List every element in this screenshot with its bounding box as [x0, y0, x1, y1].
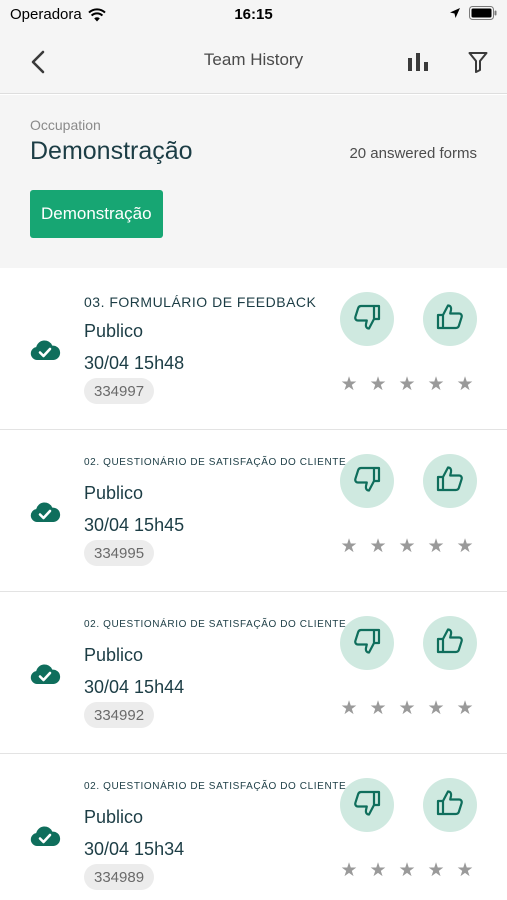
form-team: Publico: [84, 807, 144, 827]
star-icon[interactable]: ★: [340, 861, 358, 880]
thumbs-up-icon: [435, 788, 465, 823]
dislike-button[interactable]: [340, 778, 394, 832]
cloud-check-icon: [29, 824, 61, 848]
like-button[interactable]: [423, 778, 477, 832]
battery-icon: [469, 6, 497, 20]
thumbs-down-icon: [352, 626, 382, 661]
star-icon[interactable]: ★: [427, 537, 445, 556]
cloud-check-icon: [29, 338, 61, 362]
location-arrow-icon: [450, 8, 460, 18]
answered-forms-count: 20 answered forms: [349, 145, 477, 162]
star-icon[interactable]: ★: [340, 375, 358, 394]
form-datetime: 30/04 15h45: [84, 515, 185, 535]
star-icon[interactable]: ★: [340, 699, 358, 718]
dislike-button[interactable]: [340, 616, 394, 670]
star-icon[interactable]: ★: [398, 861, 416, 880]
form-title: 02. QUESTIONÁRIO DE SATISFAÇÃO DO CLIENT…: [84, 457, 347, 468]
navigation-bar: Team History: [0, 30, 507, 94]
occupation-chip[interactable]: Demonstração: [30, 190, 163, 238]
form-team: Publico: [84, 321, 144, 341]
status-right: [449, 6, 497, 20]
rating-stars: ★ ★ ★ ★ ★: [340, 861, 474, 880]
star-icon[interactable]: ★: [456, 375, 474, 394]
cloud-check-icon: [29, 500, 61, 524]
rating-stars: ★ ★ ★ ★ ★: [340, 699, 474, 718]
dislike-button[interactable]: [340, 292, 394, 346]
star-icon[interactable]: ★: [456, 699, 474, 718]
occupation-name: Demonstração: [30, 137, 193, 165]
star-icon[interactable]: ★: [369, 699, 387, 718]
star-icon[interactable]: ★: [427, 861, 445, 880]
occupation-header: Occupation Demonstração 20 answered form…: [0, 95, 507, 268]
star-icon[interactable]: ★: [369, 861, 387, 880]
star-icon[interactable]: ★: [427, 699, 445, 718]
star-icon[interactable]: ★: [398, 537, 416, 556]
like-button[interactable]: [423, 454, 477, 508]
form-title: 03. FORMULÁRIO DE FEEDBACK: [84, 294, 317, 310]
form-card[interactable]: 02. QUESTIONÁRIO DE SATISFAÇÃO DO CLIENT…: [0, 592, 507, 754]
rating-stars: ★ ★ ★ ★ ★: [340, 375, 474, 394]
statistics-button[interactable]: [402, 46, 434, 78]
star-icon[interactable]: ★: [369, 375, 387, 394]
occupation-label: Occupation: [30, 117, 101, 133]
clock: 16:15: [234, 6, 273, 23]
form-id-badge: 334997: [84, 378, 155, 404]
form-datetime: 30/04 15h44: [84, 677, 185, 697]
star-icon[interactable]: ★: [456, 861, 474, 880]
form-card[interactable]: 03. FORMULÁRIO DE FEEDBACK Publico 30/04…: [0, 268, 507, 430]
star-icon[interactable]: ★: [398, 375, 416, 394]
form-card[interactable]: 02. QUESTIONÁRIO DE SATISFAÇÃO DO CLIENT…: [0, 430, 507, 592]
form-team: Publico: [84, 483, 144, 503]
like-button[interactable]: [423, 292, 477, 346]
form-title: 02. QUESTIONÁRIO DE SATISFAÇÃO DO CLIENT…: [84, 781, 347, 792]
thumbs-down-icon: [352, 464, 382, 499]
form-card[interactable]: 02. QUESTIONÁRIO DE SATISFAÇÃO DO CLIENT…: [0, 754, 507, 900]
form-id-badge: 334995: [84, 540, 155, 566]
cloud-check-icon: [29, 662, 61, 686]
filter-icon: [468, 52, 488, 73]
star-icon[interactable]: ★: [398, 699, 416, 718]
rating-stars: ★ ★ ★ ★ ★: [340, 537, 474, 556]
filter-button[interactable]: [462, 46, 494, 78]
like-button[interactable]: [423, 616, 477, 670]
thumbs-up-icon: [435, 464, 465, 499]
star-icon[interactable]: ★: [340, 537, 358, 556]
thumbs-down-icon: [352, 788, 382, 823]
thumbs-up-icon: [435, 302, 465, 337]
form-id-badge: 334992: [84, 702, 155, 728]
star-icon[interactable]: ★: [369, 537, 387, 556]
form-datetime: 30/04 15h48: [84, 353, 185, 373]
form-title: 02. QUESTIONÁRIO DE SATISFAÇÃO DO CLIENT…: [84, 619, 347, 630]
form-id-badge: 334989: [84, 864, 155, 890]
star-icon[interactable]: ★: [427, 375, 445, 394]
star-icon[interactable]: ★: [456, 537, 474, 556]
form-team: Publico: [84, 645, 144, 665]
bar-chart-icon: [408, 53, 428, 71]
status-bar: Operadora 16:15: [0, 0, 507, 30]
dislike-button[interactable]: [340, 454, 394, 508]
form-history-list: 03. FORMULÁRIO DE FEEDBACK Publico 30/04…: [0, 268, 507, 900]
thumbs-down-icon: [352, 302, 382, 337]
form-datetime: 30/04 15h34: [84, 839, 185, 859]
thumbs-up-icon: [435, 626, 465, 661]
